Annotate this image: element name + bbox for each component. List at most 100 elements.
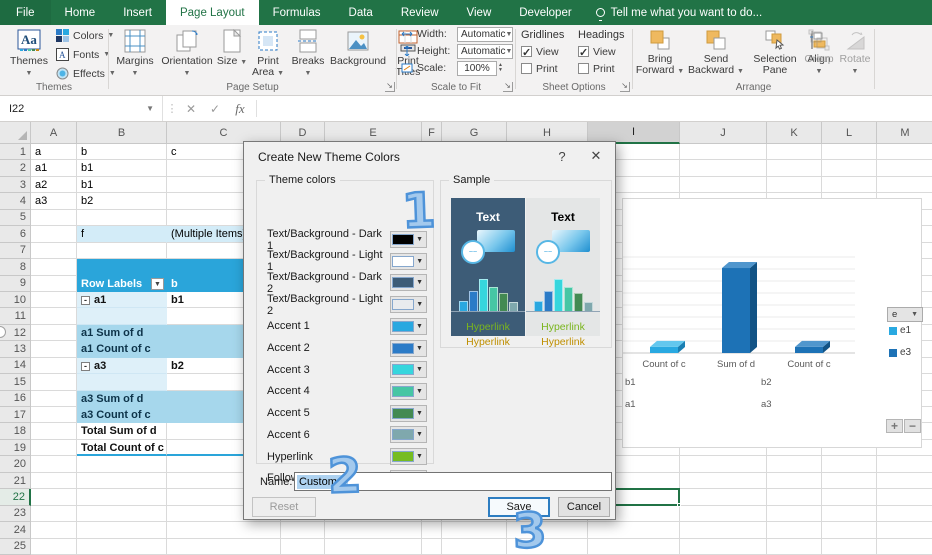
formula-input[interactable]: [257, 96, 932, 121]
cell-M3[interactable]: [877, 177, 932, 193]
row-header-1[interactable]: 1: [0, 144, 31, 160]
cell-B22[interactable]: [77, 489, 167, 505]
row-header-5[interactable]: 5: [0, 210, 31, 226]
cell-A22[interactable]: [31, 489, 77, 505]
background-button[interactable]: Background: [328, 27, 388, 67]
dialog-close-button[interactable]: ✕: [579, 142, 613, 170]
cell-A15[interactable]: [31, 374, 77, 390]
cell-A12[interactable]: [31, 325, 77, 341]
formula-bar-dots-icon[interactable]: ⋮: [166, 96, 178, 121]
cell-K23[interactable]: [767, 506, 822, 522]
cell-A18[interactable]: [31, 423, 77, 439]
page-setup-dialog-launcher-icon[interactable]: ↘: [385, 82, 395, 92]
color-swatch-dropdown-accent-2[interactable]: ▼: [390, 340, 427, 357]
cell-M1[interactable]: [877, 144, 932, 160]
cell-B21[interactable]: [77, 473, 167, 489]
cell-A9[interactable]: [31, 276, 77, 292]
cell-B19[interactable]: Total Count of c: [77, 440, 167, 456]
cell-L3[interactable]: [822, 177, 877, 193]
orientation-button[interactable]: Orientation ▼: [158, 27, 216, 79]
cell-B20[interactable]: [77, 456, 167, 472]
cell-L2[interactable]: [822, 160, 877, 176]
tab-page-layout[interactable]: Page Layout: [166, 0, 259, 25]
cell-L25[interactable]: [822, 539, 877, 555]
cell-L23[interactable]: [822, 506, 877, 522]
cell-J22[interactable]: [680, 489, 767, 505]
chart-field-button-e[interactable]: e▼: [887, 307, 923, 322]
cell-A17[interactable]: [31, 407, 77, 423]
cell-B12[interactable]: a1 Sum of d: [77, 325, 167, 341]
tab-home[interactable]: Home: [51, 0, 110, 25]
cell-A23[interactable]: [31, 506, 77, 522]
cell-B24[interactable]: [77, 522, 167, 538]
cell-A8[interactable]: [31, 259, 77, 275]
column-header-A[interactable]: A: [31, 122, 77, 144]
cell-B25[interactable]: [77, 539, 167, 555]
cell-J21[interactable]: [680, 473, 767, 489]
row-header-19[interactable]: 19: [0, 440, 31, 456]
color-swatch-dropdown-text-background-light-1[interactable]: ▼: [390, 253, 427, 270]
cell-D25[interactable]: [281, 539, 325, 555]
cell-A6[interactable]: [31, 226, 77, 242]
row-header-24[interactable]: 24: [0, 522, 31, 538]
cell-A13[interactable]: [31, 341, 77, 357]
cell-B17[interactable]: a3 Count of c: [77, 407, 167, 423]
themes-button[interactable]: Aa Themes▼: [6, 27, 52, 79]
cell-F25[interactable]: [422, 539, 442, 555]
cell-A10[interactable]: [31, 292, 77, 308]
color-swatch-dropdown-accent-5[interactable]: ▼: [390, 405, 427, 422]
row-header-21[interactable]: 21: [0, 473, 31, 489]
column-header-L[interactable]: L: [822, 122, 877, 144]
row-header-9[interactable]: 9: [0, 276, 31, 292]
cell-B10[interactable]: -a1: [77, 292, 167, 308]
cell-J20[interactable]: [680, 456, 767, 472]
row-header-7[interactable]: 7: [0, 243, 31, 259]
row-header-20[interactable]: 20: [0, 456, 31, 472]
gridlines-view-checkbox[interactable]: View: [521, 44, 564, 61]
cell-A1[interactable]: a: [31, 144, 77, 160]
cell-B8[interactable]: [77, 259, 167, 275]
fonts-button[interactable]: A Fonts▼: [56, 48, 110, 61]
cell-J23[interactable]: [680, 506, 767, 522]
row-header-14[interactable]: 14: [0, 358, 31, 374]
row-header-4[interactable]: 4: [0, 193, 31, 209]
cell-K3[interactable]: [767, 177, 822, 193]
row-header-13[interactable]: 13: [0, 341, 31, 357]
scale-to-fit-dialog-launcher-icon[interactable]: ↘: [503, 82, 513, 92]
cell-B18[interactable]: Total Sum of d: [77, 423, 167, 439]
row-header-2[interactable]: 2: [0, 160, 31, 176]
row-header-23[interactable]: 23: [0, 506, 31, 522]
tab-file[interactable]: File: [0, 0, 51, 25]
headings-view-checkbox[interactable]: View: [578, 44, 624, 61]
cell-A7[interactable]: [31, 243, 77, 259]
cell-M20[interactable]: [877, 456, 932, 472]
column-header-M[interactable]: M: [877, 122, 932, 144]
tab-data[interactable]: Data: [335, 0, 387, 25]
cell-A24[interactable]: [31, 522, 77, 538]
cell-B3[interactable]: b1: [77, 177, 167, 193]
formula-cancel-icon[interactable]: ✕: [180, 96, 202, 121]
cell-K20[interactable]: [767, 456, 822, 472]
row-header-3[interactable]: 3: [0, 177, 31, 193]
row-header-17[interactable]: 17: [0, 407, 31, 423]
pivot-chart[interactable]: Count of cSum of dCount of cb1a1b2a3 e▼ …: [622, 198, 922, 448]
cell-B2[interactable]: b1: [77, 160, 167, 176]
effects-button[interactable]: Effects▼: [56, 67, 116, 80]
cell-G24[interactable]: [442, 522, 507, 538]
cell-E24[interactable]: [325, 522, 422, 538]
cell-I24[interactable]: [588, 522, 680, 538]
cell-M24[interactable]: [877, 522, 932, 538]
cell-L21[interactable]: [822, 473, 877, 489]
fill-handle[interactable]: [677, 503, 681, 507]
color-swatch-dropdown-accent-4[interactable]: ▼: [390, 383, 427, 400]
print-area-button[interactable]: Print Area ▼: [248, 27, 288, 79]
tab-insert[interactable]: Insert: [109, 0, 166, 25]
row-header-16[interactable]: 16: [0, 391, 31, 407]
color-swatch-dropdown-accent-6[interactable]: ▼: [390, 426, 427, 443]
cell-K1[interactable]: [767, 144, 822, 160]
cell-B1[interactable]: b: [77, 144, 167, 160]
cell-K2[interactable]: [767, 160, 822, 176]
cell-A14[interactable]: [31, 358, 77, 374]
cell-A25[interactable]: [31, 539, 77, 555]
height-select[interactable]: Automatic▼: [457, 44, 513, 59]
